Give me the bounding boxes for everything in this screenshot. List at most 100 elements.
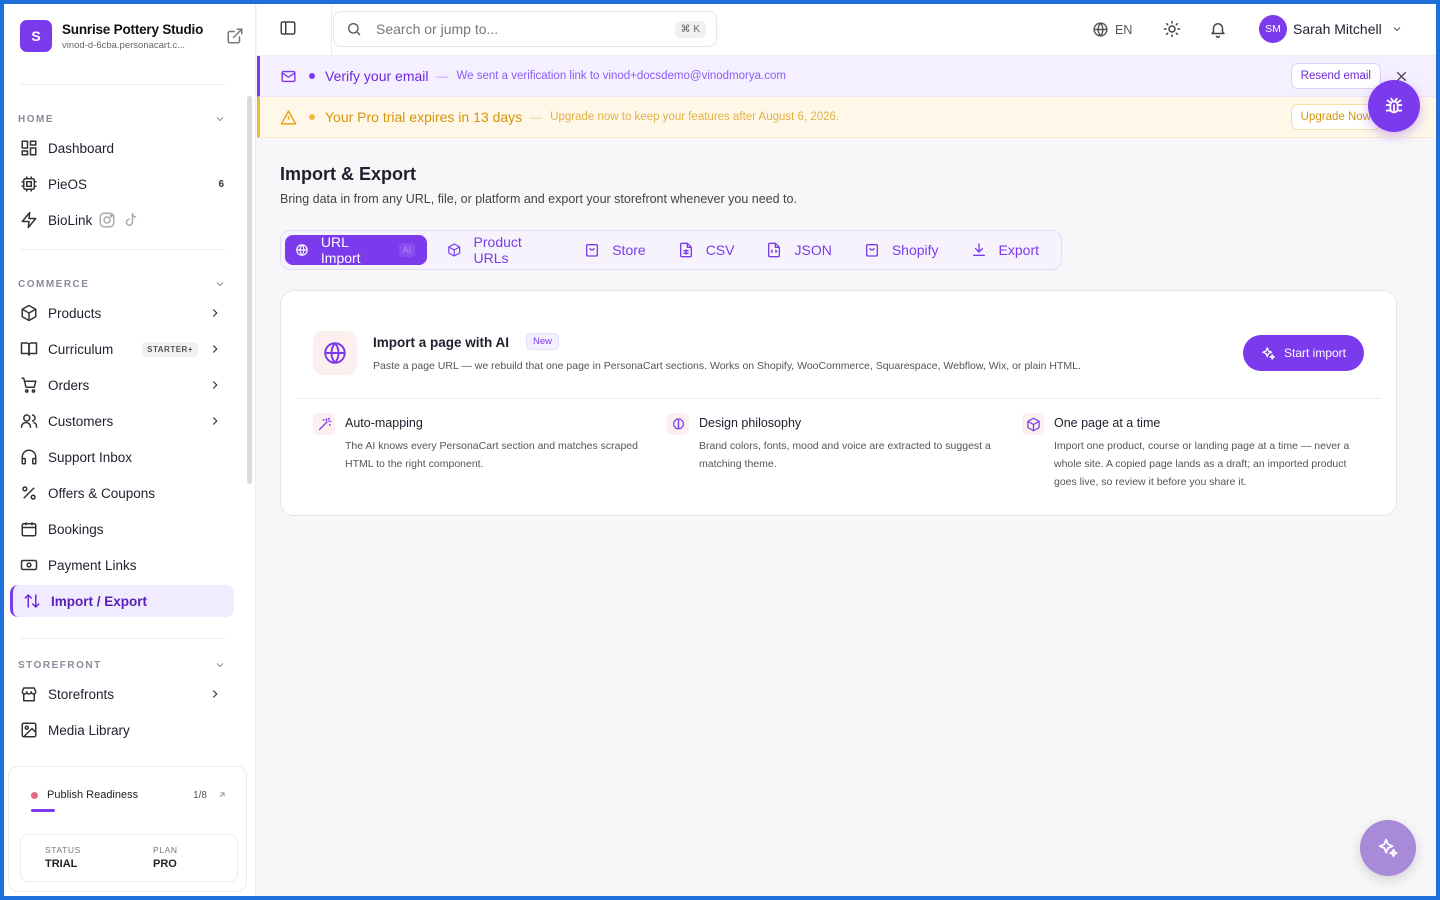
sidebar-item-customers[interactable]: Customers [10, 405, 234, 437]
verify-title: Verify your email [325, 68, 429, 84]
search-shortcut: ⌘ K [674, 20, 706, 38]
avatar[interactable]: SM [1259, 15, 1287, 43]
import-tabs: URL Import AI Product URLs Store CSV JSO… [280, 230, 1062, 270]
external-link-icon[interactable] [226, 27, 244, 45]
status-col: STATUS TRIAL [21, 835, 129, 881]
banner-dot [309, 114, 315, 120]
warning-icon [280, 109, 297, 125]
chevron-right-icon [212, 381, 218, 389]
tab-csv[interactable]: CSV [668, 235, 745, 265]
feature-description: The AI knows every PersonaCart section a… [345, 440, 638, 470]
tab-url-import[interactable]: URL Import AI [285, 234, 428, 266]
sidebar-scrollbar[interactable] [247, 96, 252, 484]
sidebar-item-orders[interactable]: Orders [10, 369, 234, 401]
chevron-right-icon [212, 417, 218, 425]
starter-badge: STARTER+ [142, 341, 198, 357]
bug-report-button[interactable] [1368, 80, 1420, 132]
search-input[interactable]: Search or jump to... ⌘ K [333, 11, 717, 47]
divider [331, 4, 332, 56]
readiness-count: 1/8 [193, 789, 207, 801]
arrows-up-down-icon [24, 593, 40, 609]
page-subtitle: Bring data in from any URL, file, or pla… [280, 192, 797, 206]
chevron-down-icon [216, 663, 224, 668]
sidebar-item-bookings[interactable]: Bookings [10, 513, 234, 545]
brand-text: Sunrise Pottery Studio vinod-d-6cba.pers… [62, 22, 226, 51]
chevron-down-icon[interactable] [1391, 23, 1403, 35]
sidebar-item-media-library[interactable]: Media Library [10, 714, 234, 746]
publish-readiness-card[interactable]: Publish Readiness 1/8 STATUS TRIAL PLAN … [8, 766, 247, 892]
tab-store[interactable]: Store [574, 235, 655, 265]
globe-icon [296, 244, 308, 256]
sidebar-toggle-icon[interactable] [279, 19, 297, 37]
bell-icon[interactable] [1209, 20, 1227, 38]
box-icon [21, 304, 37, 322]
import-ai-card: Import a page with AI New Paste a page U… [280, 290, 1397, 516]
shopping-bag-icon [865, 244, 878, 257]
brand-logo: S [20, 20, 52, 52]
trial-title: Your Pro trial expires in 13 days [325, 109, 523, 125]
sidebar-item-dashboard[interactable]: Dashboard [10, 132, 234, 164]
sidebar-item-curriculum[interactable]: Curriculum STARTER+ [10, 333, 234, 365]
ai-badge: AI [398, 243, 416, 257]
section-commerce[interactable]: COMMERCE [18, 276, 226, 292]
box-icon [1026, 417, 1040, 431]
sidebar-item-label: Bookings [48, 521, 104, 537]
download-icon [972, 243, 985, 256]
trial-description: Upgrade now to keep your features after … [550, 111, 840, 123]
cart-icon [21, 377, 37, 393]
instagram-icon [99, 212, 115, 228]
trial-separator: — [530, 110, 543, 124]
topbar: Search or jump to... ⌘ K EN SM Sarah Mit… [257, 4, 1436, 56]
sidebar-item-products[interactable]: Products [10, 297, 234, 329]
headphones-icon [21, 449, 37, 465]
start-import-button[interactable]: Start import [1243, 335, 1364, 371]
divider [297, 398, 1381, 399]
section-home-label: HOME [18, 113, 54, 125]
resend-email-button[interactable]: Resend email [1290, 63, 1381, 89]
tab-shopify[interactable]: Shopify [854, 235, 949, 265]
brain-icon [672, 417, 684, 429]
feature-icon-container [313, 413, 335, 435]
brand-header[interactable]: S Sunrise Pottery Studio vinod-d-6cba.pe… [20, 19, 244, 53]
ai-assistant-button[interactable] [1360, 820, 1416, 876]
section-home[interactable]: HOME [18, 111, 226, 127]
sidebar-item-biolink[interactable]: BioLink [10, 204, 234, 236]
sidebar-item-support-inbox[interactable]: Support Inbox [10, 441, 234, 473]
mail-icon [281, 70, 296, 82]
tab-label: Store [612, 242, 646, 258]
tab-export[interactable]: Export [961, 235, 1049, 265]
arrow-up-right-icon[interactable] [217, 790, 227, 800]
tab-label: Shopify [891, 242, 939, 258]
sidebar-item-pieos[interactable]: PieOS 6 [10, 168, 234, 200]
magic-wand-icon [318, 417, 331, 430]
plan-col: PLAN PRO [129, 835, 237, 881]
start-import-label: Start import [1283, 346, 1346, 360]
sidebar-item-import-export[interactable]: Import / Export [10, 585, 234, 617]
tab-label: JSON [794, 242, 832, 258]
sidebar-item-storefronts[interactable]: Storefronts [10, 678, 234, 710]
store-icon [21, 687, 37, 702]
file-code-icon [768, 242, 781, 258]
divider [20, 249, 226, 250]
section-storefront[interactable]: STOREFRONT [18, 657, 226, 673]
tab-product-urls[interactable]: Product URLs [437, 234, 562, 266]
sidebar-item-label: PieOS [48, 176, 88, 192]
sidebar-item-label: BioLink [48, 212, 93, 228]
sun-icon[interactable] [1163, 20, 1181, 38]
sidebar-item-offers[interactable]: Offers & Coupons [10, 477, 234, 509]
tab-json[interactable]: JSON [756, 235, 841, 265]
user-name[interactable]: Sarah Mitchell [1293, 21, 1382, 37]
language-switcher[interactable]: EN [1092, 21, 1132, 38]
card-icon-container [313, 331, 357, 375]
sidebar-item-payment-links[interactable]: Payment Links [10, 549, 234, 581]
shopping-bag-icon [586, 244, 599, 257]
page-title: Import & Export [280, 164, 417, 184]
brand-name: Sunrise Pottery Studio [62, 21, 204, 37]
box-icon [448, 243, 461, 257]
globe-icon [324, 342, 346, 364]
sparkles-icon [1262, 346, 1276, 360]
new-badge: New [526, 333, 560, 350]
readiness-row: Publish Readiness 1/8 [31, 789, 227, 801]
cpu-icon [21, 176, 37, 192]
search-placeholder: Search or jump to... [376, 21, 499, 37]
